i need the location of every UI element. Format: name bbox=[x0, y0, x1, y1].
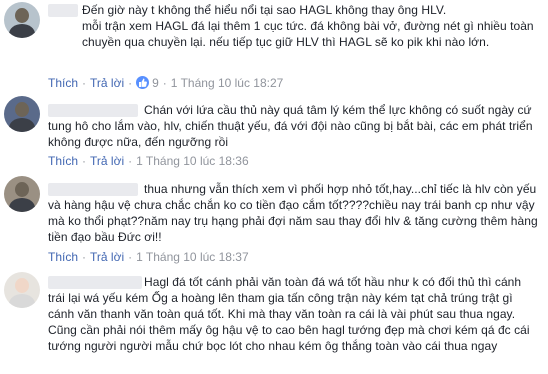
avatar[interactable] bbox=[4, 272, 40, 308]
timestamp[interactable]: 1 Tháng 10 lúc 18:36 bbox=[136, 154, 249, 168]
reply-link[interactable]: Trả lời bbox=[90, 76, 124, 90]
comment-text: Hagl đá tốt cánh phải văn toàn đá wá tốt… bbox=[48, 275, 530, 353]
timestamp[interactable]: 1 Tháng 10 lúc 18:27 bbox=[171, 76, 284, 90]
reply-link[interactable]: Trả lời bbox=[90, 154, 124, 168]
comment-actions: Thích · Trả lời · 9 · 1 Tháng 10 lúc 18:27 bbox=[48, 76, 284, 90]
avatar[interactable] bbox=[4, 2, 40, 38]
like-link[interactable]: Thích bbox=[48, 76, 78, 90]
like-count[interactable]: 9 bbox=[152, 76, 159, 90]
like-link[interactable]: Thích bbox=[48, 250, 78, 264]
commenter-name-redacted[interactable] bbox=[48, 4, 78, 17]
timestamp[interactable]: 1 Tháng 10 lúc 18:37 bbox=[136, 250, 249, 264]
avatar[interactable] bbox=[4, 176, 40, 212]
like-link[interactable]: Thích bbox=[48, 154, 78, 168]
comment-actions: Thích · Trả lời · 1 Tháng 10 lúc 18:36 bbox=[48, 154, 249, 168]
comment-actions: Thích · Trả lời · 1 Tháng 10 lúc 18:37 bbox=[48, 250, 249, 264]
thumbs-up-icon[interactable] bbox=[136, 76, 150, 89]
reply-link[interactable]: Trả lời bbox=[90, 250, 124, 264]
comment-text: thua nhưng vẫn thích xem vì phối hợp nhỏ… bbox=[48, 182, 538, 244]
comment-text: Đến giờ này t không thể hiểu nổi tại sao… bbox=[82, 3, 534, 49]
avatar[interactable] bbox=[4, 96, 40, 132]
comment-text: Chán với lứa cầu thủ này quá tâm lý kém … bbox=[48, 103, 533, 149]
